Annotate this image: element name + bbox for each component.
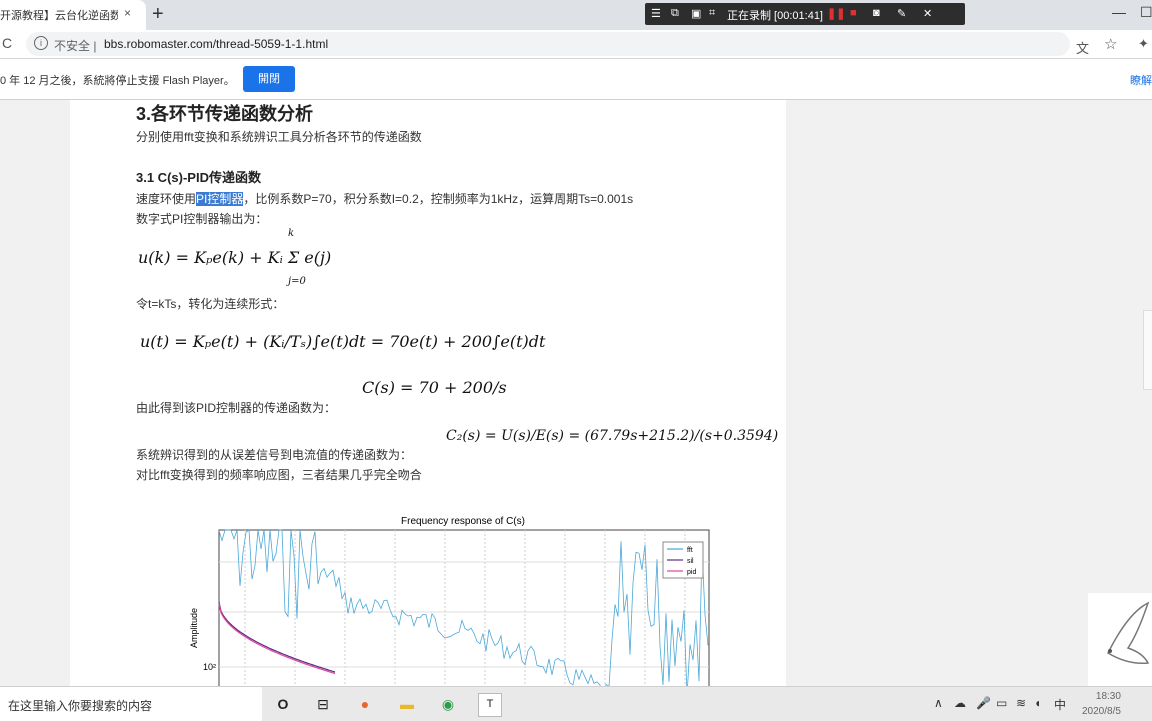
new-tab-button[interactable]: + — [152, 3, 164, 26]
subsection-heading: 3.1 C(s)-PID传递函数 — [136, 170, 261, 185]
infobar-close-button[interactable]: 開閉 — [243, 66, 295, 92]
clock-time: 18:30 — [1095, 691, 1121, 702]
sum-upper-limit: k — [288, 228, 295, 239]
extensions-icon[interactable]: ✦ — [1138, 36, 1149, 52]
minimize-button[interactable]: — — [1112, 4, 1126, 20]
sum-lower-limit: j=0 — [288, 276, 306, 287]
tab-close-button[interactable]: × — [124, 6, 131, 20]
chart-legend: fft sil pid — [662, 541, 704, 579]
windows-taskbar: 在这里输入你要搜索的内容 O ⊟ ● ▬ ◉ T ∧ ☁ 🎤 ▭ ≋ ◖ 中 1… — [0, 686, 1152, 721]
menu-icon[interactable]: ☰ — [651, 7, 661, 20]
reload-button[interactable]: C — [2, 35, 12, 51]
intro-text: 分别使用fft变换和系统辨识工具分析各环节的传递函数 — [136, 130, 422, 144]
equation-c2s: C₂(s) = U(s)/E(s) = (67.79s+215.2)/(s+0.… — [446, 428, 779, 444]
pause-icon[interactable]: ❚❚ — [827, 7, 845, 20]
equation-discrete: u(k) = Kₚe(k) + Kᵢ Σ e(j) — [138, 248, 332, 267]
recorder-close-icon[interactable]: ✕ — [923, 7, 932, 20]
firefox-icon[interactable]: ● — [354, 693, 376, 715]
pi-description-prefix: 速度环使用 — [136, 192, 197, 206]
typora-icon[interactable]: T — [478, 693, 502, 717]
tab-title: 开源教程】云台化逆函数 - — [0, 10, 118, 22]
flash-infobar: 0 年 12 月之後，系統將停止支援 Flash Player。 開閉 瞭解 — [0, 59, 1152, 100]
mascot-image — [1088, 593, 1152, 686]
tab-active[interactable]: 开源教程】云台化逆函数 - × — [0, 0, 146, 30]
article-content: 3.各环节传递函数分析 分别使用fft变换和系统辨识工具分析各环节的传递函数 3… — [70, 100, 786, 686]
pen-icon[interactable]: ✎ — [897, 7, 906, 20]
search-placeholder: 在这里输入你要搜索的内容 — [8, 699, 153, 713]
address-toolbar: C i 不安全 | bbs.robomaster.com/thread-5059… — [0, 30, 1152, 59]
url-text[interactable]: bbs.robomaster.com/thread-5059-1-1.html — [104, 37, 328, 51]
cortana-icon[interactable]: O — [272, 693, 294, 715]
tray-wifi-icon[interactable]: ≋ — [1016, 696, 1026, 710]
taskbar-search[interactable]: 在这里输入你要搜索的内容 — [0, 687, 262, 721]
tray-volume-icon[interactable]: ◖ — [1034, 696, 1041, 710]
ime-indicator[interactable]: 中 — [1054, 696, 1066, 713]
stop-icon[interactable]: ■ — [850, 7, 857, 19]
tray-battery-icon[interactable]: ▭ — [996, 696, 1007, 710]
equation-cs: C(s) = 70 + 200/s — [362, 378, 507, 397]
legend-label-sil: sil — [687, 558, 694, 565]
pi-description: 速度环使用PI控制器，比例系数P=70，积分系数I=0.2，控制频率为1kHz，… — [136, 190, 633, 207]
infobar-message: 0 年 12 月之後，系統將停止支援 Flash Player。 — [0, 75, 235, 87]
chart-ylabel: Amplitude — [189, 608, 199, 648]
tray-chevron-icon[interactable]: ∧ — [934, 696, 943, 710]
camera-icon[interactable]: ◙ — [873, 7, 880, 19]
window-icon[interactable]: ⧉ — [671, 7, 679, 20]
tray-mic-icon[interactable]: 🎤 — [976, 696, 991, 710]
clock-date: 2020/8/5 — [1082, 706, 1121, 717]
recording-status: 正在录制 [00:01:41] — [727, 10, 823, 22]
frequency-response-chart: Frequency response of C(s) Amplitude 10²… — [185, 512, 725, 686]
recorder-toolbar: ☰ ⧉ ▣ ⌗ 正在录制 [00:01:41] ❚❚ ■ ◙ ✎ ✕ — [645, 3, 965, 25]
taskbar-clock[interactable]: 18:30 2020/8/5 — [1082, 689, 1121, 719]
translate-icon[interactable]: 文 — [1076, 38, 1089, 57]
infobar-learn-more-link[interactable]: 瞭解 — [1130, 72, 1152, 88]
section-heading: 3.各环节传递函数分析 — [136, 104, 314, 124]
tab-strip: 开源教程】云台化逆函数 - × + ☰ ⧉ ▣ ⌗ 正在录制 [00:01:41… — [0, 0, 1152, 30]
chrome-icon[interactable]: ◉ — [437, 693, 459, 715]
legend-label-pid: pid — [687, 569, 696, 576]
continuous-label: 令t=kTs，转化为连续形式： — [136, 297, 285, 311]
bookmark-star-icon[interactable]: ☆ — [1104, 35, 1117, 53]
maximize-button[interactable]: ☐ — [1140, 4, 1152, 21]
pid-tf-label: 由此得到该PID控制器的传递函数为： — [136, 401, 337, 415]
pi-output-label: 数字式PI控制器输出为： — [136, 212, 268, 226]
pi-description-suffix: ，比例系数P=70，积分系数I=0.2，控制频率为1kHz，运算周期Ts=0.0… — [243, 192, 634, 206]
tray-network-app-icon[interactable]: ☁ — [954, 696, 966, 710]
omnibox[interactable]: i 不安全 | bbs.robomaster.com/thread-5059-1… — [26, 32, 1089, 56]
info-icon[interactable]: i — [34, 36, 48, 50]
chart-svg: Frequency response of C(s) Amplitude 10²… — [189, 516, 710, 686]
task-view-icon[interactable]: ⊟ — [312, 693, 334, 715]
highlighted-term: PI控制器 — [196, 192, 244, 206]
security-label: 不安全 | — [54, 39, 97, 53]
comparison-text: 对比fft变换得到的频率响应图，三者结果几乎完全吻合 — [136, 468, 422, 482]
region-icon[interactable]: ⌗ — [709, 7, 715, 20]
file-explorer-icon[interactable]: ▬ — [396, 693, 418, 715]
legend-label-fft: fft — [687, 547, 693, 554]
chart-ytick-label: 10² — [203, 662, 216, 672]
equation-continuous: u(t) = Kₚe(t) + (Kᵢ/Tₛ)∫e(t)dt = 70e(t) … — [140, 332, 546, 351]
chart-title: Frequency response of C(s) — [401, 516, 525, 527]
sysid-label: 系统辨识得到的从误差信号到电流值的传递函数为： — [136, 448, 413, 462]
fullscreen-icon[interactable]: ▣ — [691, 7, 701, 20]
side-float-buttons[interactable] — [1143, 310, 1152, 390]
